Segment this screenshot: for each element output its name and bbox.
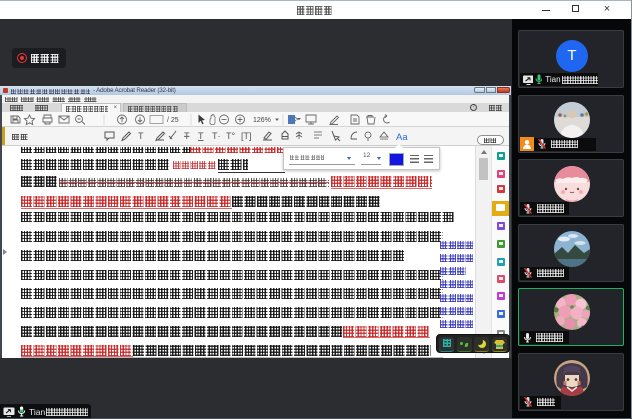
svg-text:T: T xyxy=(138,131,144,141)
svg-text:T: T xyxy=(184,131,190,141)
svg-text:T·: T· xyxy=(212,131,221,141)
svg-text:[T]: [T] xyxy=(241,131,252,141)
svg-text:T°: T° xyxy=(226,131,235,141)
svg-text:126%: 126% xyxy=(253,117,271,124)
svg-text:/ 25: / 25 xyxy=(167,117,179,124)
svg-text:Aa: Aa xyxy=(396,132,408,143)
svg-text:T: T xyxy=(198,131,204,141)
